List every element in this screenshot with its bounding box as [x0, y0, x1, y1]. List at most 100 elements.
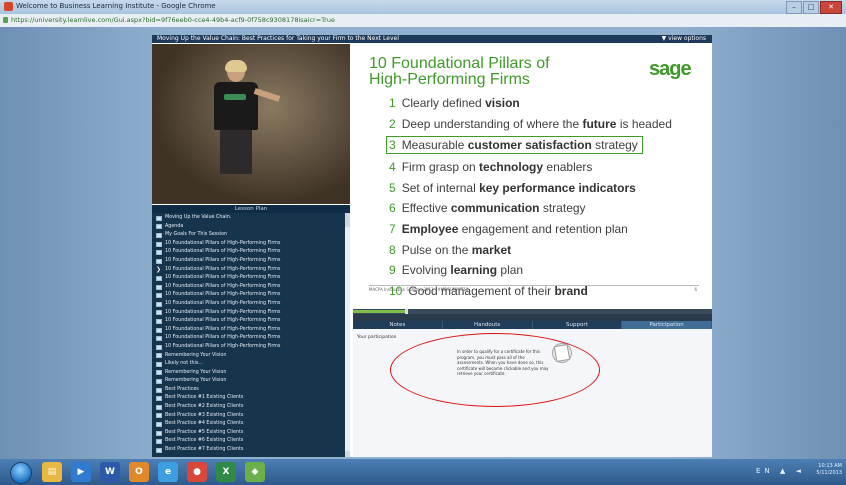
lesson-item[interactable]: Best Practice #4 Existing Clients [152, 420, 350, 429]
lesson-item[interactable]: 10 Foundational Pillars of High-Performi… [152, 248, 350, 257]
pillar-text: Set of internal [401, 180, 480, 195]
pillar-text: Deep understanding of where the [401, 116, 583, 131]
outlook-icon[interactable]: O [129, 462, 149, 482]
page-icon [156, 413, 162, 419]
lesson-item[interactable]: Best Practice #6 Existing Clients [152, 437, 350, 446]
panel-tabs: Notes Handouts Support Participation [353, 321, 712, 329]
window-title: Welcome to Business Learning Institute -… [16, 2, 216, 10]
minimize-icon[interactable]: – [786, 1, 802, 14]
page-icon [156, 224, 162, 230]
lesson-item[interactable]: 10 Foundational Pillars of High-Performi… [152, 317, 350, 326]
lesson-item[interactable]: 10 Foundational Pillars of High-Performi… [152, 291, 350, 300]
page-icon [156, 250, 162, 256]
window-titlebar: Welcome to Business Learning Institute -… [0, 0, 846, 14]
slide-page-number: 6 [694, 287, 697, 292]
lesson-item-label: 10 Foundational Pillars of High-Performi… [165, 309, 281, 315]
lesson-item-label: Best Practice #6 Existing Clients [165, 438, 244, 444]
lesson-item[interactable]: My Goals For This Session [152, 231, 350, 240]
lesson-plan-heading: Lesson Plan [152, 205, 350, 213]
lesson-item-label: 10 Foundational Pillars of High-Performi… [165, 249, 281, 255]
excel-icon[interactable]: X [216, 462, 236, 482]
page-icon [156, 379, 162, 385]
page-icon [156, 396, 162, 402]
pillar-text: Effective [401, 201, 451, 216]
lesson-item[interactable]: 10 Foundational Pillars of High-Performi… [152, 257, 350, 266]
tab-notes[interactable]: Notes [353, 321, 443, 329]
system-clock[interactable]: 10:13 AM 5/11/2013 [816, 463, 842, 477]
pillar-number: 5 [389, 180, 396, 195]
pillar-item: 1 Clearly defined vision [389, 93, 672, 114]
lesson-item-label: Best Practice #5 Existing Clients [165, 429, 244, 435]
word-icon[interactable]: W [100, 462, 120, 482]
lesson-item-label: 10 Foundational Pillars of High-Performi… [165, 266, 281, 272]
lesson-item[interactable]: Best Practice #3 Existing Clients [152, 412, 350, 421]
lesson-item[interactable]: Best Practice #1 Existing Clients [152, 394, 350, 403]
pillar-text: Clearly defined [401, 96, 486, 110]
lesson-item[interactable]: Likely not this... [152, 360, 350, 369]
pillar-number: 1 [389, 96, 396, 110]
lesson-item[interactable]: 10 Foundational Pillars of High-Performi… [152, 240, 350, 249]
chrome-icon[interactable]: ● [187, 462, 207, 482]
ie-icon[interactable]: e [158, 462, 178, 482]
lesson-item[interactable]: 10 Foundational Pillars of High-Performi… [152, 326, 350, 335]
page-icon [156, 361, 162, 367]
lesson-item[interactable]: Remembering Your Vision [152, 352, 350, 361]
lesson-item[interactable]: 10 Foundational Pillars of High-Performi… [152, 334, 350, 343]
tab-support[interactable]: Support [533, 321, 623, 329]
pillar-text-end: strategy [591, 138, 638, 153]
lesson-item[interactable]: ❯ 10 Foundational Pillars of High-Perform… [152, 266, 350, 275]
start-button[interactable] [10, 462, 32, 484]
maximize-icon[interactable]: □ [803, 1, 819, 14]
volume-icon[interactable]: ◄ [796, 467, 805, 475]
lesson-item[interactable]: Best Practices [152, 386, 350, 395]
lesson-item-label: 10 Foundational Pillars of High-Performi… [165, 257, 281, 263]
pillar-number: 7 [389, 221, 396, 236]
lesson-item[interactable]: Best Practice #2 Existing Clients [152, 403, 350, 412]
address-bar[interactable]: https://university.learnlive.com/Gui.asp… [0, 14, 846, 28]
lesson-item[interactable]: Best Practice #7 Existing Clients [152, 446, 350, 455]
pillar-number: 2 [389, 116, 396, 131]
lesson-item[interactable]: 10 Foundational Pillars of High-Performi… [152, 309, 350, 318]
lesson-item[interactable]: 10 Foundational Pillars of High-Performi… [152, 283, 350, 292]
network-icon[interactable]: ▲ [780, 467, 789, 475]
pillar-number: 4 [389, 160, 396, 175]
pillar-keyword: communication [450, 201, 540, 216]
explorer-icon[interactable]: ▤ [42, 462, 62, 482]
lesson-item-label: 10 Foundational Pillars of High-Performi… [165, 292, 281, 298]
lesson-item[interactable]: 10 Foundational Pillars of High-Performi… [152, 343, 350, 352]
slide-title-line1: 10 Foundational Pillars of [369, 55, 550, 72]
page-icon [156, 430, 162, 436]
lesson-item[interactable]: Moving Up the Value Chain. [152, 214, 350, 223]
slide-title-line2: High-Performing Firms [369, 71, 530, 88]
lesson-item-label: Best Practice #7 Existing Clients [165, 447, 244, 453]
lesson-item[interactable]: Agenda [152, 223, 350, 232]
pillar-text: Firm grasp on [401, 160, 480, 175]
lesson-item[interactable]: Remembering Your Vision [152, 377, 350, 386]
page-icon [156, 318, 162, 324]
url-text[interactable]: https://university.learnlive.com/Gui.asp… [11, 16, 335, 24]
page-icon [156, 215, 162, 221]
lesson-scrollbar-thumb[interactable] [345, 227, 350, 451]
page-icon [156, 301, 162, 307]
pillar-item: 7 Employee engagement and retention plan [389, 219, 672, 240]
media-icon[interactable]: ▶ [71, 462, 91, 482]
page-icon [156, 241, 162, 247]
pillar-number: 6 [389, 201, 396, 216]
lesson-item[interactable]: Remembering Your Vision [152, 369, 350, 378]
tab-participation[interactable]: Participation [622, 321, 712, 329]
pillar-keyword: key performance indicators [479, 180, 636, 195]
page-icon [156, 293, 162, 299]
lesson-item[interactable]: 10 Foundational Pillars of High-Performi… [152, 274, 350, 283]
pillar-text-end: strategy [539, 201, 586, 216]
lesson-item[interactable]: Best Practice #5 Existing Clients [152, 429, 350, 438]
presenter-video[interactable] [152, 44, 350, 204]
language-indicator[interactable]: EN [756, 467, 774, 475]
lesson-item[interactable]: 10 Foundational Pillars of High-Performi… [152, 300, 350, 309]
lesson-plan-list: Moving Up the Value Chain. Agenda My Goals… [152, 213, 350, 457]
app-icon[interactable]: ◆ [245, 462, 265, 482]
lesson-item-label: Moving Up the Value Chain. [165, 215, 232, 220]
close-icon[interactable]: ✕ [820, 1, 842, 14]
tab-handouts[interactable]: Handouts [443, 321, 533, 329]
view-options-button[interactable]: ▼ view options [662, 35, 706, 43]
pillar-item: 6 Effective communication strategy [389, 198, 672, 219]
